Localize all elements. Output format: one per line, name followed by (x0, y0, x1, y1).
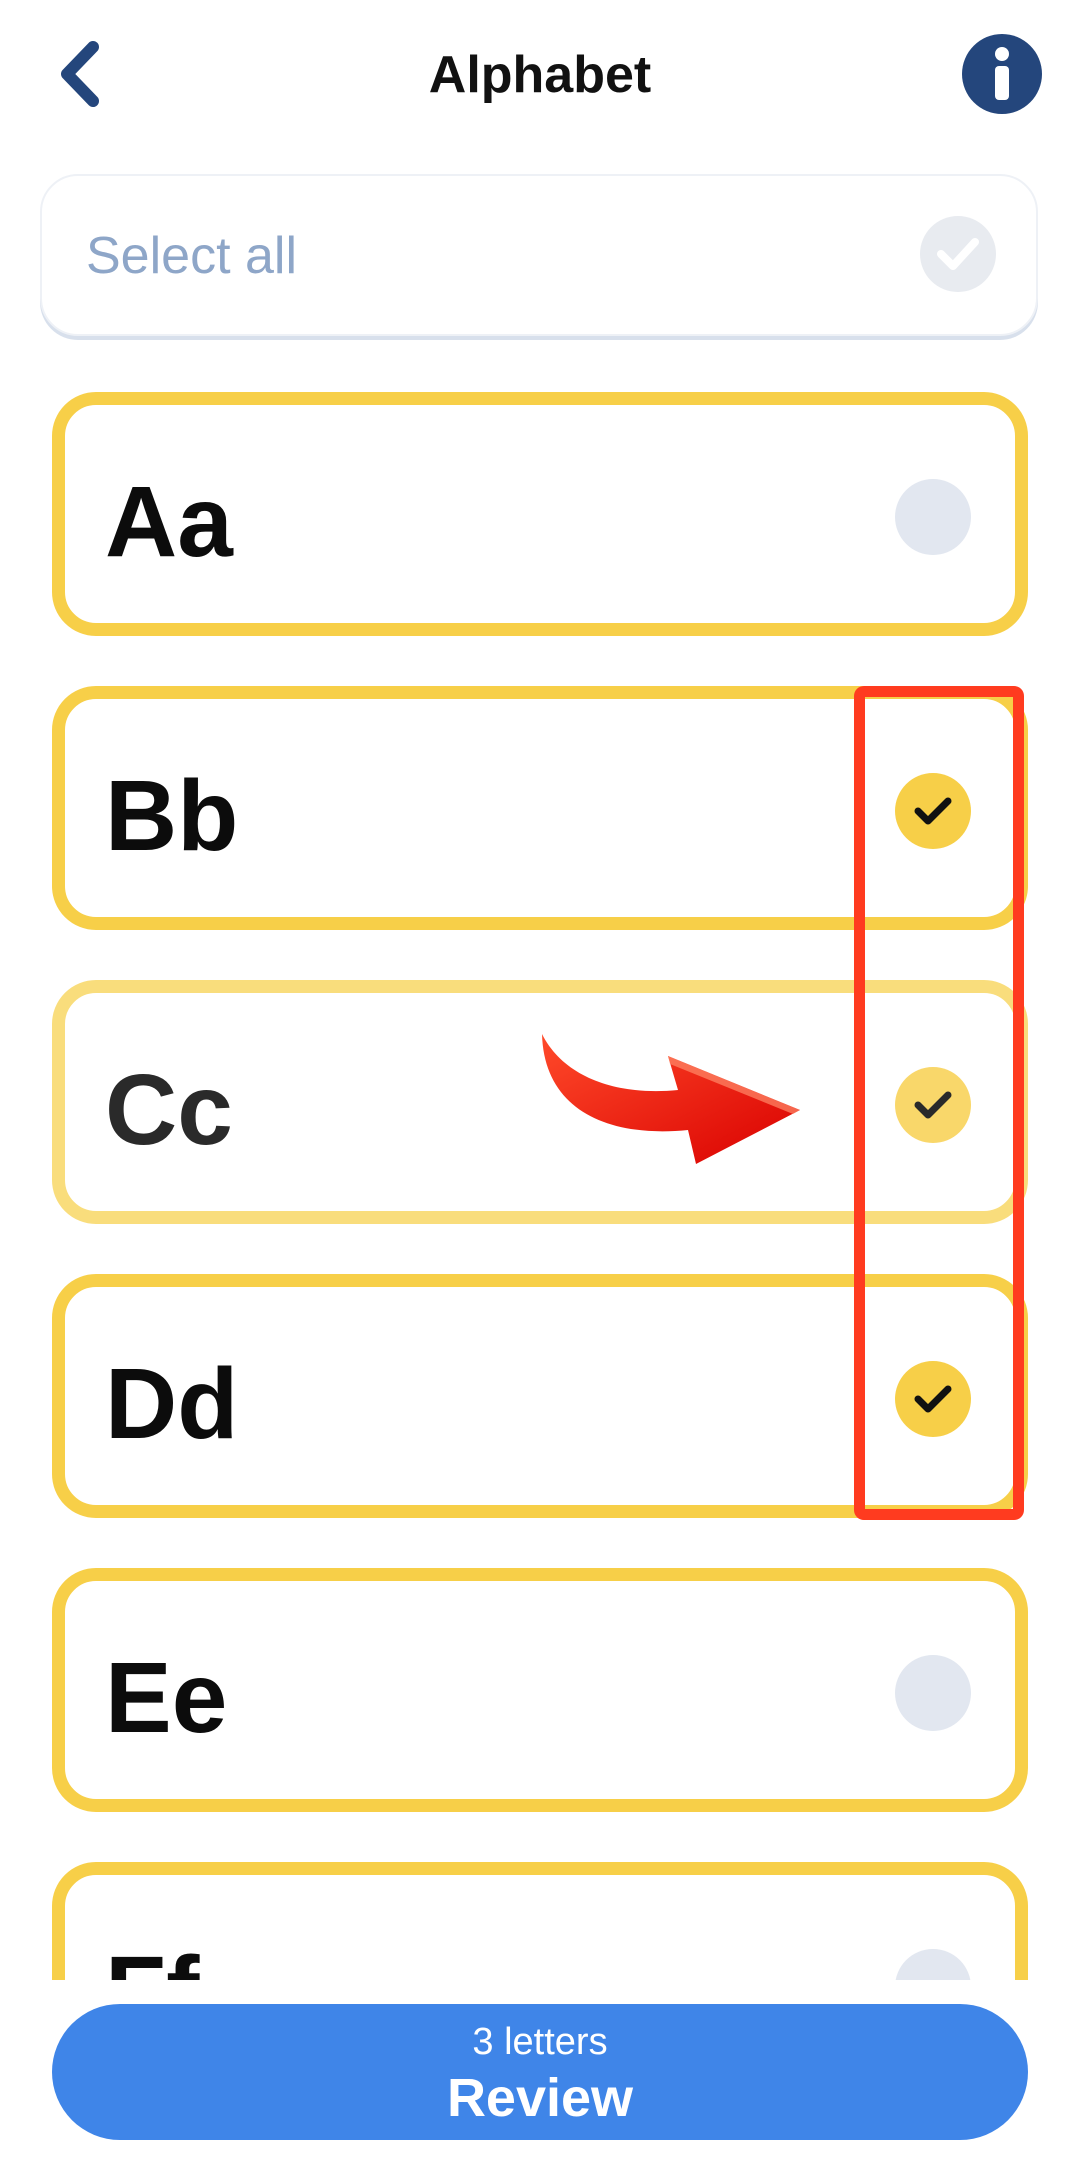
annotation-highlight-box (854, 686, 1024, 1520)
review-label: Review (446, 2068, 634, 2128)
letter-label: Ee (105, 1642, 228, 1754)
letter-checkbox[interactable] (895, 1949, 971, 1980)
letter-card-aa[interactable]: Aa (52, 392, 1028, 636)
letter-card-ff[interactable]: Ff (52, 1862, 1028, 1980)
letter-label: Bb (105, 760, 239, 872)
letter-label: Cc (105, 1054, 233, 1166)
letter-checkbox[interactable] (895, 479, 971, 555)
letter-label: Aa (105, 466, 233, 578)
letter-label: Ff (105, 1937, 199, 1980)
review-button[interactable]: 3 letters Review (52, 2004, 1028, 2140)
letter-card-ee[interactable]: Ee (52, 1568, 1028, 1812)
letter-label: Dd (105, 1348, 239, 1460)
annotation-arrow-icon (542, 1034, 800, 1164)
letter-checkbox[interactable] (895, 1655, 971, 1731)
review-count-text: 3 letters (472, 2021, 608, 2063)
